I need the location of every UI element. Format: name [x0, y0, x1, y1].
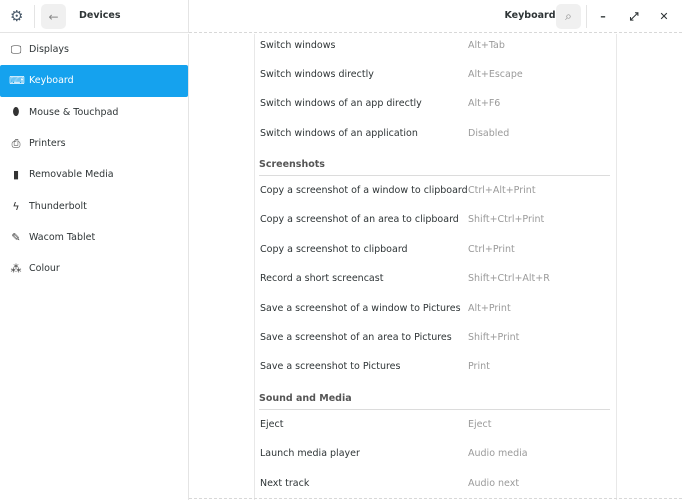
shortcut-keys: Shift+Ctrl+Print [468, 214, 545, 226]
shortcut-row[interactable]: Launch media player Audio media [255, 439, 616, 468]
colour-icon: ⁂ [10, 262, 22, 276]
shortcut-keys: Ctrl+Alt+Print [468, 185, 536, 197]
shortcut-name: Copy a screenshot to clipboard [260, 243, 408, 255]
sidebar-item-label: Keyboard [29, 75, 74, 87]
shortcut-keys: Alt+F6 [468, 98, 501, 110]
sidebar-header: ⚙ ← Devices [0, 0, 189, 33]
arrow-left-icon: ← [48, 9, 59, 24]
shortcut-row[interactable]: Eject Eject [255, 410, 616, 439]
shortcut-row[interactable]: Save a screenshot of a window to Picture… [255, 293, 616, 322]
shortcut-keys: Audio media [468, 448, 528, 460]
divider [586, 5, 587, 28]
shortcut-row[interactable]: Switch windows directly Alt+Escape [255, 60, 616, 89]
sidebar-item-displays[interactable]: 🖵 Displays [0, 34, 188, 65]
printer-icon: ⎙ [11, 136, 21, 150]
shortcut-name: Next track [260, 477, 310, 489]
sidebar-item-colour[interactable]: ⁂ Colour [0, 253, 188, 284]
shortcut-name: Switch windows directly [260, 68, 374, 80]
shortcuts-panel: Switch windows Alt+Tab Switch windows dire… [254, 34, 617, 500]
shortcut-row[interactable]: Copy a screenshot of an area to clipboar… [255, 205, 616, 234]
divider [189, 498, 682, 499]
back-button[interactable]: ← [41, 4, 66, 29]
shortcut-name: Switch windows of an application [260, 127, 418, 139]
search-icon: ⌕ [565, 9, 572, 23]
shortcut-name: Copy a screenshot of a window to clipboa… [260, 185, 468, 197]
shortcut-row[interactable]: Copy a screenshot of a window to clipboa… [255, 176, 616, 205]
sidebar-item-label: Displays [29, 44, 69, 56]
shortcut-keys: Alt+Tab [468, 39, 505, 51]
sidebar-item-label: Wacom Tablet [29, 231, 96, 243]
thunderbolt-icon: ϟ [12, 199, 20, 213]
shortcut-row[interactable]: Switch windows Alt+Tab [255, 30, 616, 59]
shortcut-keys: Disabled [468, 127, 510, 139]
sidebar-item-label: Printers [29, 138, 66, 150]
shortcut-name: Save a screenshot of an area to Pictures [260, 332, 452, 344]
shortcut-row[interactable]: Switch windows of an application Disabled [255, 118, 616, 147]
minimize-button[interactable]: – [595, 9, 611, 25]
sidebar-item-label: Colour [29, 263, 60, 275]
search-button[interactable]: ⌕ [556, 4, 581, 29]
shortcut-name: Copy a screenshot of an area to clipboar… [260, 214, 459, 226]
shortcut-keys: Alt+Print [468, 302, 511, 314]
sidebar-item-label: Mouse & Touchpad [29, 106, 119, 118]
sidebar: 🖵 Displays ⌨ Keyboard ⬮ Mouse & Touchpad ⎙ Prin… [0, 34, 189, 500]
shortcut-row[interactable]: Switch windows of an app directly Alt+F6 [255, 89, 616, 118]
keyboard-icon: ⌨ [9, 74, 25, 88]
shortcut-keys: Shift+Ctrl+Alt+R [468, 273, 550, 285]
sidebar-title: Devices [79, 10, 121, 21]
shortcut-name: Switch windows [260, 39, 336, 51]
shortcut-keys: Audio next [468, 477, 520, 489]
maximize-button[interactable]: ⤢ [626, 9, 642, 25]
shortcut-name: Eject [260, 418, 284, 430]
display-icon: 🖵 [10, 42, 22, 56]
sidebar-item-wacom-tablet[interactable]: ✎ Wacom Tablet [0, 222, 188, 253]
sidebar-item-keyboard[interactable]: ⌨ Keyboard [0, 65, 188, 97]
shortcut-keys: Ctrl+Print [468, 243, 515, 255]
sidebar-item-label: Thunderbolt [29, 200, 87, 212]
divider [34, 5, 35, 28]
sidebar-item-removable-media[interactable]: ▮ Removable Media [0, 159, 188, 190]
usb-icon: ▮ [12, 168, 20, 182]
shortcut-name: Save a screenshot to Pictures [260, 361, 401, 373]
shortcut-keys: Alt+Escape [468, 68, 523, 80]
shortcut-name: Record a short screencast [260, 273, 384, 285]
shortcut-row[interactable]: Next track Audio next [255, 468, 616, 497]
shortcut-row[interactable]: Save a screenshot of an area to Pictures… [255, 323, 616, 352]
shortcut-row[interactable]: Copy a screenshot to clipboard Ctrl+Print [255, 235, 616, 264]
close-button[interactable]: ✕ [656, 9, 672, 25]
shortcut-row[interactable]: Save a screenshot to Pictures Print [255, 352, 616, 381]
section-heading: Sound and Media [259, 382, 610, 410]
shortcut-name: Launch media player [260, 448, 360, 460]
header-bar: Keyboard ⌕ – ⤢ ✕ [189, 0, 682, 33]
section-heading: Screenshots [259, 148, 610, 176]
settings-gear-icon[interactable]: ⚙ [10, 9, 25, 24]
shortcut-keys: Shift+Print [468, 332, 520, 344]
sidebar-item-printers[interactable]: ⎙ Printers [0, 128, 188, 159]
mouse-icon: ⬮ [12, 105, 20, 119]
shortcut-keys: Eject [468, 418, 492, 430]
sidebar-item-mouse-touchpad[interactable]: ⬮ Mouse & Touchpad [0, 97, 188, 128]
shortcut-keys: Print [468, 361, 490, 373]
tablet-icon: ✎ [11, 230, 21, 244]
sidebar-item-thunderbolt[interactable]: ϟ Thunderbolt [0, 190, 188, 221]
shortcut-name: Switch windows of an app directly [260, 98, 422, 110]
shortcut-name: Save a screenshot of a window to Picture… [260, 302, 461, 314]
sidebar-item-label: Removable Media [29, 169, 114, 181]
shortcut-row[interactable]: Record a short screencast Shift+Ctrl+Alt+… [255, 264, 616, 293]
